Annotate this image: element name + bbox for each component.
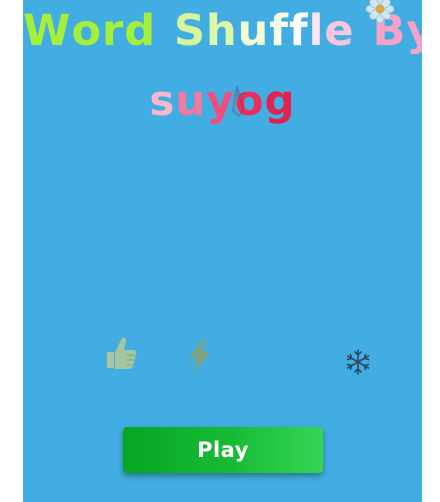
title-letter: h bbox=[205, 6, 238, 56]
title-letter: W bbox=[23, 6, 72, 56]
thumbs-up-icon bbox=[107, 337, 137, 369]
pencil-icon bbox=[231, 85, 246, 118]
title-word-shuffle: Shuffle bbox=[174, 6, 355, 56]
title-letter: S bbox=[173, 6, 206, 56]
snowflake-powerup[interactable] bbox=[341, 344, 375, 380]
flower-icon bbox=[365, 0, 395, 24]
title-letter: r bbox=[101, 6, 125, 56]
title-letter: y bbox=[406, 6, 422, 56]
title-letter: l bbox=[308, 6, 325, 56]
game-screen: Word Shuffle By suyog Play bbox=[23, 0, 422, 502]
title-letter: d bbox=[124, 6, 156, 56]
author-letter: g bbox=[264, 76, 296, 125]
title-letter: f bbox=[288, 6, 309, 56]
game-title-line-1: Word Shuffle By bbox=[23, 6, 422, 56]
author-letter: u bbox=[175, 76, 207, 125]
lightning-bolt-icon bbox=[189, 339, 211, 373]
snowflake-icon bbox=[346, 349, 370, 375]
title-letter: o bbox=[71, 6, 102, 56]
title-letter: e bbox=[324, 6, 355, 56]
lightning-bolt-powerup[interactable] bbox=[183, 336, 217, 376]
author-letter: s bbox=[149, 76, 176, 125]
title-word-word: Word bbox=[23, 6, 156, 56]
thumbs-up-powerup[interactable] bbox=[101, 332, 141, 374]
play-button[interactable]: Play bbox=[123, 427, 323, 473]
title-letter: u bbox=[237, 6, 270, 56]
title-letter: f bbox=[269, 6, 289, 56]
